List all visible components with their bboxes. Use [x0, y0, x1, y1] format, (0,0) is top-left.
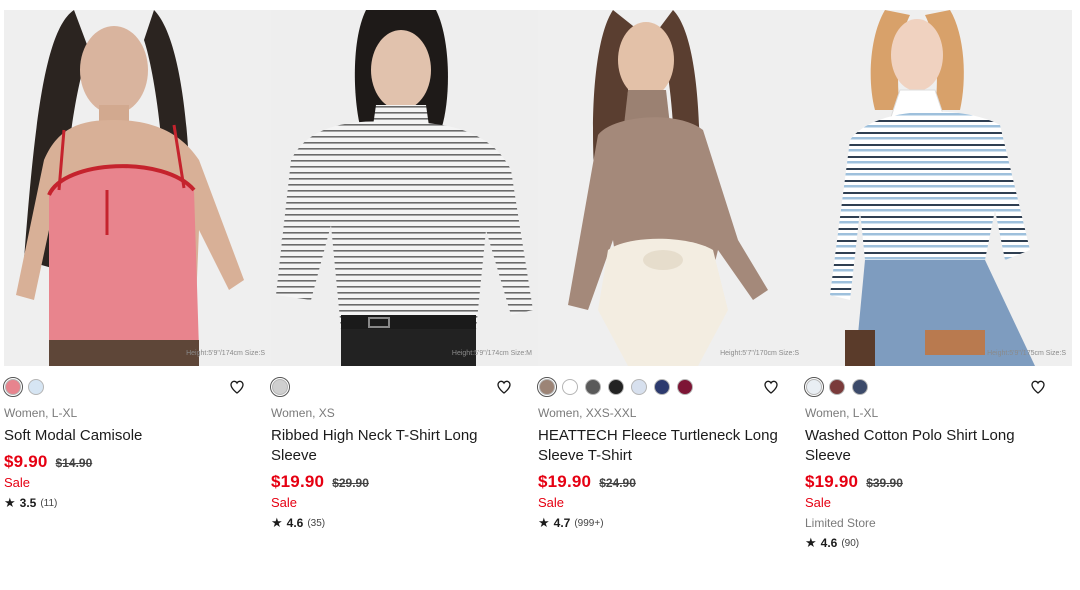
model-size-note: Height:5'7"/170cm Size:S — [720, 350, 799, 357]
product-name[interactable]: Washed Cotton Polo Shirt Long Sleeve — [805, 426, 1072, 466]
swatch-list — [537, 377, 700, 397]
model-size-note: Height:5'9"/174cm Size:M — [451, 350, 532, 357]
product-photo-ribbed-tee — [271, 10, 538, 366]
color-swatches — [804, 376, 1072, 398]
sale-label: Sale — [4, 475, 31, 490]
product-card[interactable]: Height:5'9"/175cm Size:S Women, L-XL Was… — [804, 10, 1072, 551]
swatch-list — [804, 377, 875, 397]
star-icon: ★ — [805, 535, 817, 550]
product-card[interactable]: Height:5'9"/174cm Size:S Women, L-XL Sof… — [3, 10, 271, 551]
color-swatches — [3, 376, 271, 398]
product-size-range: Women, L-XL — [4, 406, 78, 420]
color-swatch[interactable] — [677, 379, 693, 395]
original-price: $14.90 — [55, 456, 93, 470]
color-swatch[interactable] — [852, 379, 868, 395]
heart-outline-icon[interactable] — [229, 379, 245, 395]
rating-score: 4.7 — [553, 516, 571, 530]
sale-price: $19.90 — [538, 472, 592, 491]
color-swatch[interactable] — [829, 379, 845, 395]
star-icon: ★ — [538, 515, 550, 530]
rating: ★ 4.7 (999+) — [538, 515, 805, 531]
model-size-note: Height:5'9"/174cm Size:S — [186, 350, 265, 357]
store-availability: Limited Store — [805, 516, 876, 530]
price-row: $19.90 $24.90 — [538, 472, 805, 494]
heart-outline-icon[interactable] — [496, 379, 512, 395]
star-icon: ★ — [4, 495, 16, 510]
color-swatch[interactable] — [270, 377, 290, 397]
rating: ★ 4.6 (90) — [805, 535, 1072, 551]
product-card[interactable]: Height:5'9"/174cm Size:M Women, XS Ribbe… — [270, 10, 538, 551]
review-count: (35) — [307, 517, 326, 529]
swatch-list — [270, 377, 295, 397]
product-name[interactable]: Soft Modal Camisole — [4, 426, 271, 446]
rating-score: 3.5 — [19, 496, 37, 510]
sale-price: $9.90 — [4, 452, 48, 471]
review-count: (90) — [841, 537, 860, 549]
sale-label: Sale — [538, 495, 565, 510]
product-image[interactable]: Height:5'9"/175cm Size:S — [805, 10, 1072, 366]
original-price: $29.90 — [332, 476, 369, 490]
product-image[interactable]: Height:5'9"/174cm Size:S — [4, 10, 271, 366]
star-icon: ★ — [271, 515, 283, 530]
rating: ★ 4.6 (35) — [271, 515, 538, 531]
color-swatches — [537, 376, 805, 398]
sale-label: Sale — [805, 495, 832, 510]
product-name[interactable]: HEATTECH Fleece Turtleneck Long Sleeve T… — [538, 426, 805, 466]
product-grid: Height:5'9"/174cm Size:S Women, L-XL Sof… — [0, 10, 1080, 551]
sale-price: $19.90 — [271, 472, 325, 491]
color-swatch[interactable] — [654, 379, 670, 395]
product-photo-camisole — [4, 10, 271, 366]
color-swatch[interactable] — [562, 379, 578, 395]
rating: ★ 3.5 (11) — [4, 495, 271, 511]
color-swatch[interactable] — [631, 379, 647, 395]
product-card[interactable]: Height:5'7"/170cm Size:S Women, XXS-XXL … — [537, 10, 805, 551]
color-swatch[interactable] — [585, 379, 601, 395]
color-swatch[interactable] — [804, 377, 824, 397]
price-row: $9.90 $14.90 — [4, 452, 271, 474]
heart-outline-icon[interactable] — [763, 379, 779, 395]
sale-label: Sale — [271, 495, 298, 510]
color-swatch[interactable] — [28, 379, 44, 395]
swatch-list — [3, 377, 51, 397]
product-size-range: Women, XXS-XXL — [538, 406, 637, 420]
product-name[interactable]: Ribbed High Neck T-Shirt Long Sleeve — [271, 426, 538, 466]
color-swatch[interactable] — [3, 377, 23, 397]
original-price: $24.90 — [599, 476, 636, 490]
price-row: $19.90 $29.90 — [271, 472, 538, 494]
color-swatch[interactable] — [608, 379, 624, 395]
review-count: (999+) — [574, 517, 604, 529]
color-swatches — [270, 376, 538, 398]
product-size-range: Women, XS — [271, 406, 335, 420]
sale-price: $19.90 — [805, 472, 859, 491]
color-swatch[interactable] — [537, 377, 557, 397]
product-photo-turtleneck — [538, 10, 805, 366]
product-image[interactable]: Height:5'9"/174cm Size:M — [271, 10, 538, 366]
price-row: $19.90 $39.90 — [805, 472, 1072, 494]
product-size-range: Women, L-XL — [805, 406, 879, 420]
rating-score: 4.6 — [820, 536, 838, 550]
review-count: (11) — [40, 497, 58, 509]
model-size-note: Height:5'9"/175cm Size:S — [987, 350, 1066, 357]
rating-score: 4.6 — [286, 516, 304, 530]
original-price: $39.90 — [866, 476, 903, 490]
product-image[interactable]: Height:5'7"/170cm Size:S — [538, 10, 805, 366]
product-photo-polo — [805, 10, 1072, 366]
heart-outline-icon[interactable] — [1030, 379, 1046, 395]
